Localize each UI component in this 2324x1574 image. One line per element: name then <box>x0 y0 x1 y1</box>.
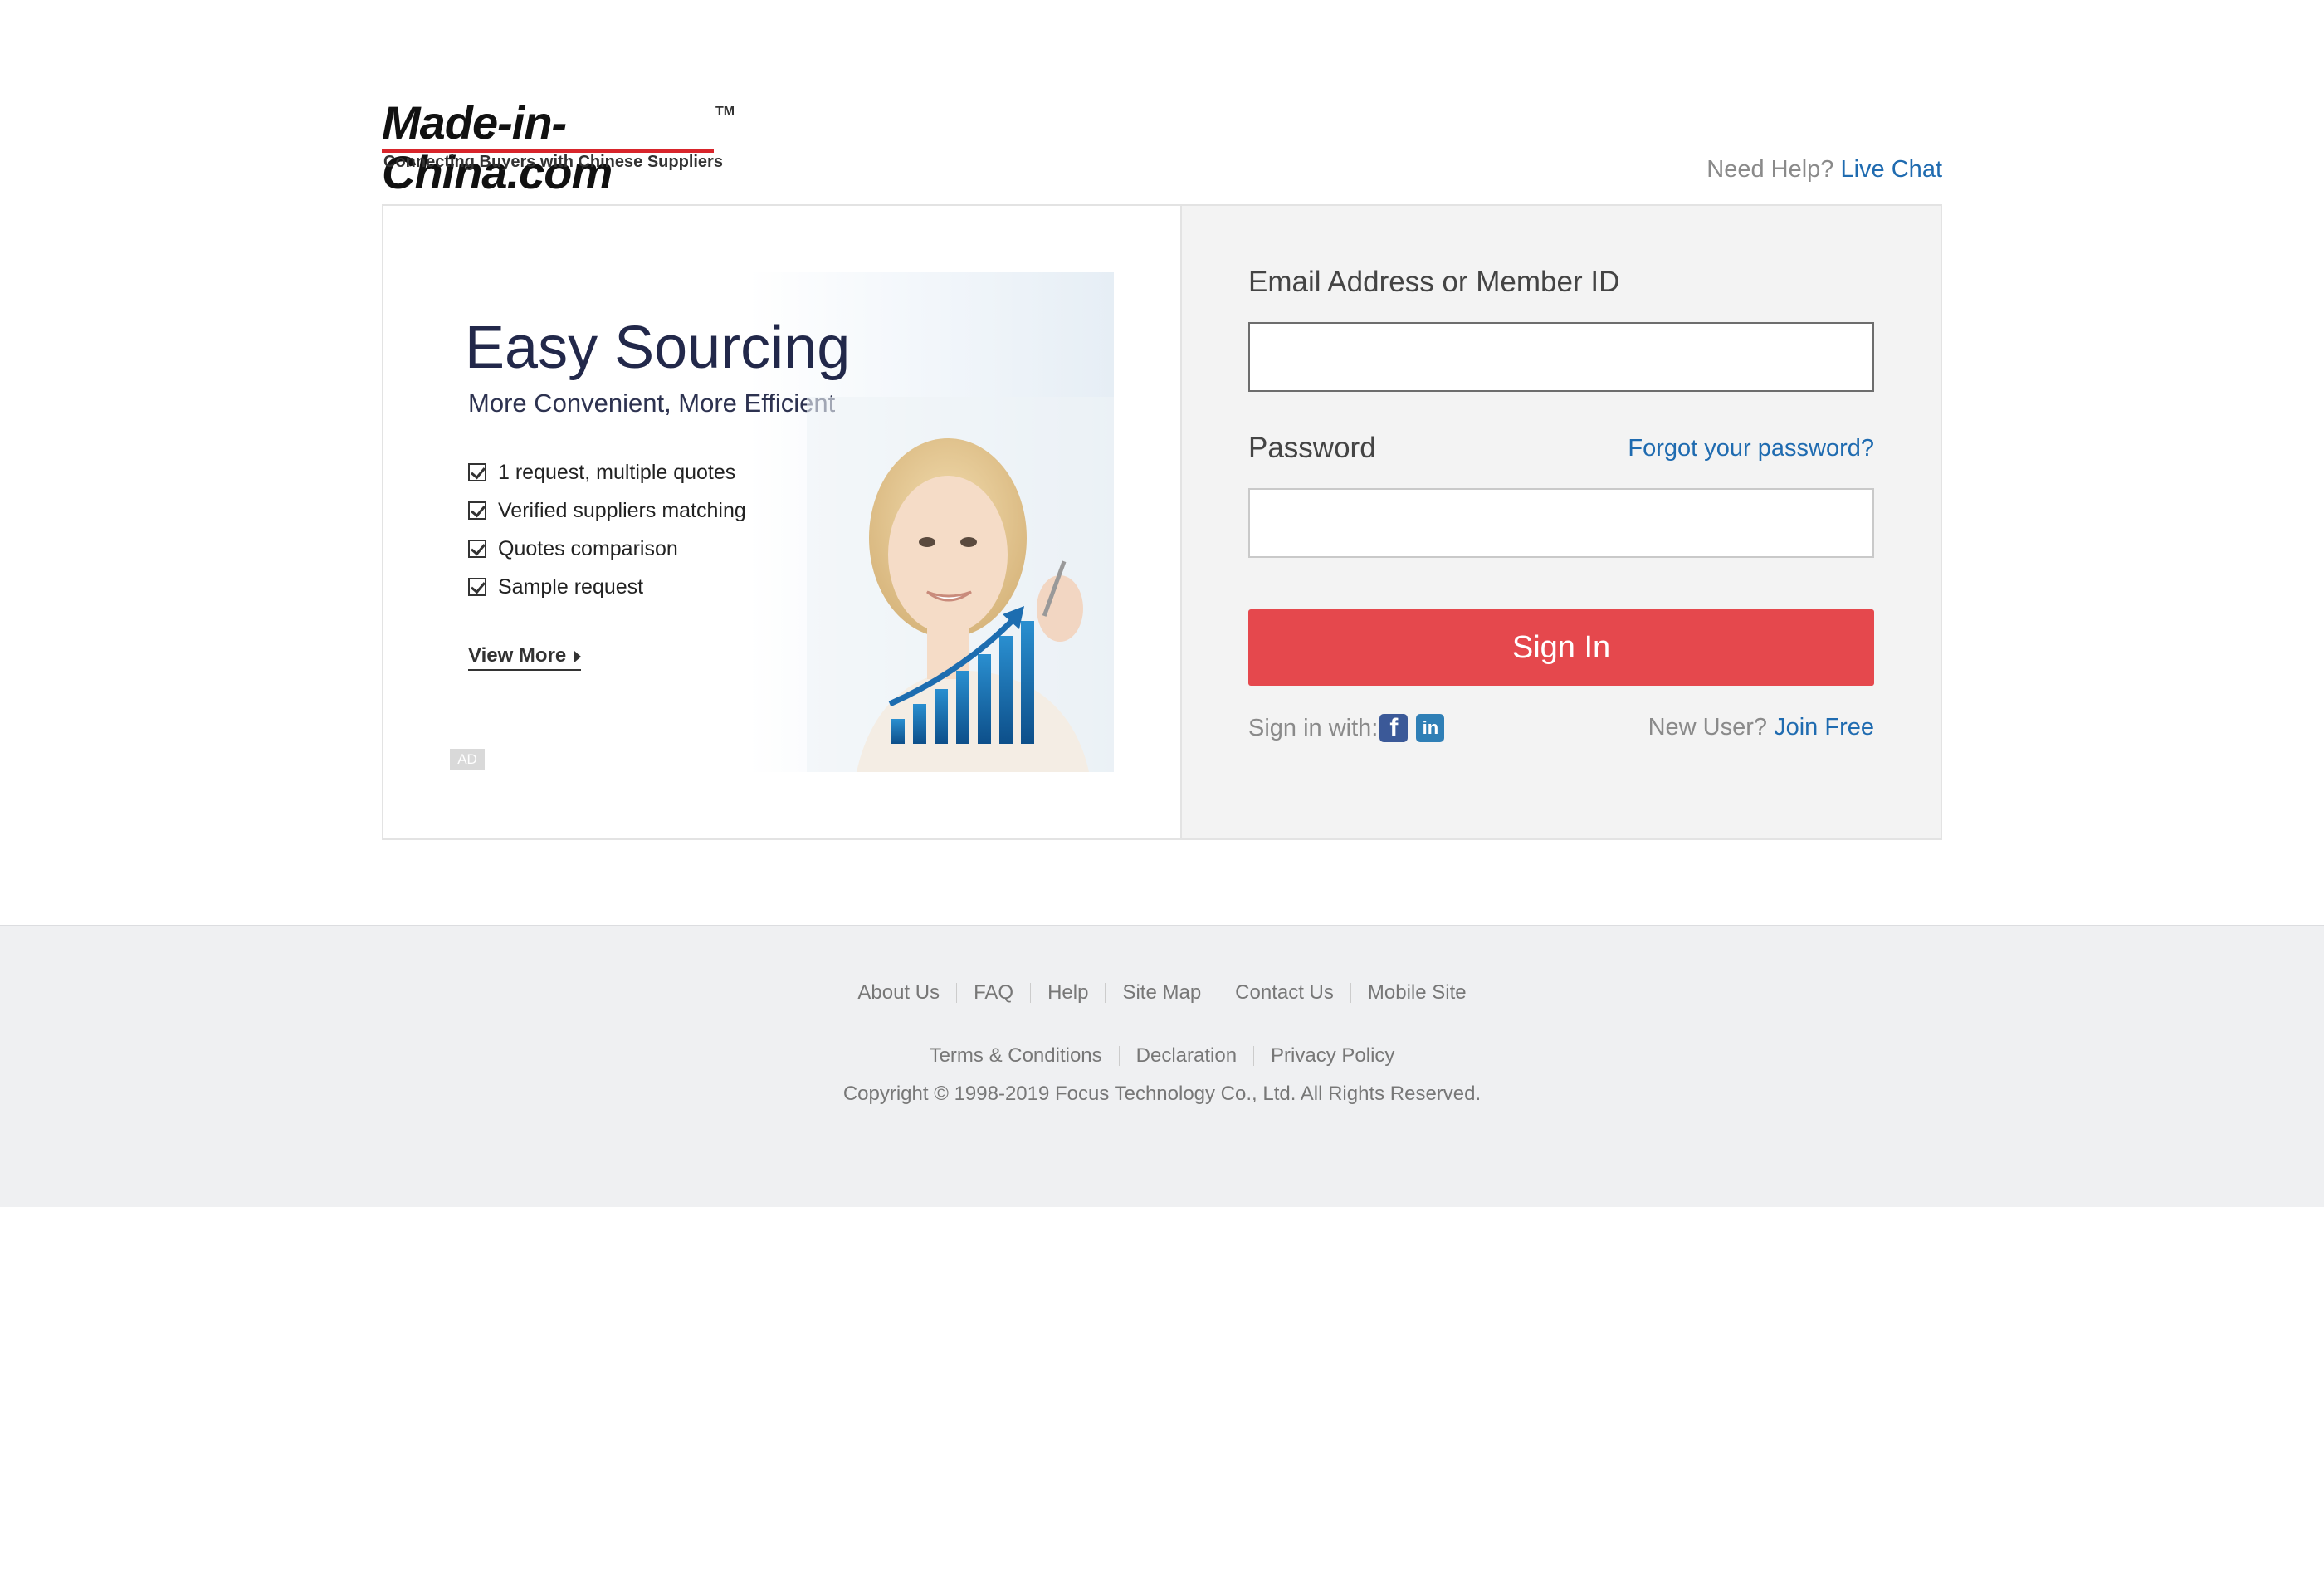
login-form: Email Address or Member ID Password Forg… <box>1182 206 1941 838</box>
email-label: Email Address or Member ID <box>1248 266 1620 298</box>
linkedin-icon[interactable]: in <box>1416 714 1445 742</box>
view-more-link[interactable]: View More <box>468 644 582 671</box>
ad-feature-item: Verified suppliers matching <box>468 491 746 530</box>
footer-link-terms[interactable]: Terms & Conditions <box>913 1044 1119 1068</box>
ad-woman-image <box>807 397 1114 772</box>
site-logo[interactable]: Made-in-China.com TM Connecting Buyers w… <box>382 98 739 198</box>
email-field[interactable] <box>1248 322 1874 392</box>
footer-link-help[interactable]: Help <box>1031 981 1105 1005</box>
footer-link-declaration[interactable]: Declaration <box>1120 1044 1253 1068</box>
join-free-link[interactable]: Join Free <box>1774 714 1874 741</box>
footer-link-contact-us[interactable]: Contact Us <box>1218 981 1350 1005</box>
ad-badge: AD <box>450 749 485 770</box>
logo-trademark: TM <box>715 105 735 119</box>
social-sign-in: Sign in with: f in <box>1248 714 1445 742</box>
ad-banner[interactable]: Easy Sourcing More Convenient, More Effi… <box>450 272 1114 772</box>
facebook-icon[interactable]: f <box>1379 714 1409 742</box>
checkbox-icon <box>468 540 486 558</box>
ad-subtitle: More Convenient, More Efficient <box>468 389 836 418</box>
footer-links-legal: Terms & Conditions Declaration Privacy P… <box>0 1044 2324 1068</box>
checkbox-icon <box>468 463 486 481</box>
footer-link-about-us[interactable]: About Us <box>841 981 956 1005</box>
logo-wordmark: Made-in-China.com <box>382 96 613 198</box>
login-container: Easy Sourcing More Convenient, More Effi… <box>382 204 1942 840</box>
ad-title: Easy Sourcing <box>465 315 851 381</box>
password-label: Password <box>1248 432 1376 464</box>
checkbox-icon <box>468 578 486 596</box>
help-section: Need Help? Live Chat <box>1706 156 1942 183</box>
footer-link-mobile-site[interactable]: Mobile Site <box>1351 981 1483 1005</box>
ad-feature-list: 1 request, multiple quotes Verified supp… <box>468 453 746 606</box>
forgot-password-link[interactable]: Forgot your password? <box>1628 435 1874 462</box>
copyright-text: Copyright © 1998-2019 Focus Technology C… <box>842 1083 1482 1105</box>
ad-feature-item: Sample request <box>468 568 746 606</box>
arrow-right-icon <box>574 650 582 662</box>
new-user-label: New User? <box>1648 714 1768 741</box>
sign-in-button[interactable]: Sign In <box>1248 609 1874 686</box>
live-chat-link[interactable]: Live Chat <box>1840 156 1942 183</box>
login-page: Made-in-China.com TM Connecting Buyers w… <box>0 0 2324 1574</box>
need-help-label: Need Help? <box>1706 156 1834 183</box>
ad-panel: Easy Sourcing More Convenient, More Effi… <box>383 206 1182 838</box>
checkbox-icon <box>468 501 486 520</box>
footer-links-primary: About Us FAQ Help Site Map Contact Us Mo… <box>0 981 2324 1005</box>
footer: About Us FAQ Help Site Map Contact Us Mo… <box>0 925 2324 1207</box>
footer-link-privacy[interactable]: Privacy Policy <box>1254 1044 1411 1068</box>
ad-feature-item: Quotes comparison <box>468 530 746 568</box>
logo-tagline: Connecting Buyers with Chinese Suppliers <box>383 153 723 171</box>
footer-link-faq[interactable]: FAQ <box>957 981 1030 1005</box>
password-field[interactable] <box>1248 488 1874 558</box>
sign-in-with-label: Sign in with: <box>1248 714 1379 741</box>
ad-feature-item: 1 request, multiple quotes <box>468 453 746 491</box>
new-user-section: New User? Join Free <box>1648 714 1874 741</box>
footer-link-site-map[interactable]: Site Map <box>1106 981 1218 1005</box>
